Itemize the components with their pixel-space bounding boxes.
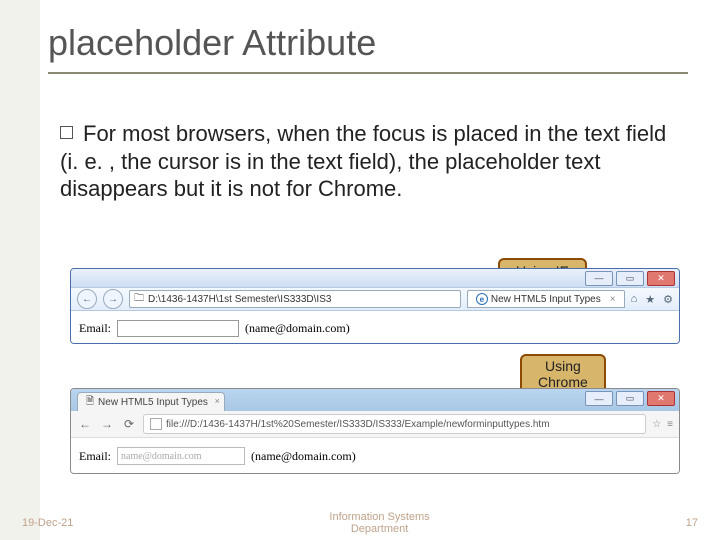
ie-email-input[interactable] xyxy=(117,320,239,337)
chrome-email-input[interactable]: name@domain.com xyxy=(117,447,245,465)
footer-page-number: 17 xyxy=(686,517,698,529)
ie-address-bar: ← → 🗀 D:\1436-1437H\1st Semester\IS333D\… xyxy=(71,288,679,311)
ie-logo-icon: e xyxy=(476,293,488,305)
file-icon xyxy=(150,418,162,430)
close-icon[interactable]: ✕ xyxy=(647,391,675,406)
tab-close-icon[interactable]: × xyxy=(215,396,220,406)
close-icon[interactable]: ✕ xyxy=(647,271,675,286)
left-accent-bar xyxy=(0,0,40,540)
tab-close-icon[interactable]: × xyxy=(610,294,616,305)
bullet-text: For most browsers, when the focus is pla… xyxy=(60,121,666,201)
minimize-icon[interactable]: — xyxy=(585,271,613,286)
ie-window: — ▭ ✕ ← → 🗀 D:\1436-1437H\1st Semester\I… xyxy=(70,268,680,344)
maximize-icon[interactable]: ▭ xyxy=(616,391,644,406)
slide-footer: 19-Dec-21 Information SystemsDepartment … xyxy=(0,506,720,540)
chrome-tab[interactable]: 🗎 New HTML5 Input Types × xyxy=(77,392,225,411)
bullet-icon xyxy=(60,126,73,139)
email-label: Email: xyxy=(79,321,111,336)
ie-tab-title: New HTML5 Input Types xyxy=(491,294,601,305)
bookmark-icon[interactable]: ☆ xyxy=(652,419,661,430)
folder-icon: 🗀 xyxy=(134,291,144,308)
email-hint: (name@domain.com) xyxy=(245,321,350,336)
title-underline xyxy=(48,72,688,74)
back-icon[interactable]: ← xyxy=(77,289,97,309)
ie-tab[interactable]: e New HTML5 Input Types × xyxy=(467,290,625,308)
chrome-tabstrip: 🗎 New HTML5 Input Types × — ▭ ✕ xyxy=(71,389,679,411)
ie-url-field[interactable]: 🗀 D:\1436-1437H\1st Semester\IS333D\IS3 xyxy=(129,290,461,308)
chrome-page-content: Email: name@domain.com (name@domain.com) xyxy=(71,438,679,474)
ie-page-content: Email: (name@domain.com) xyxy=(71,311,679,344)
chrome-tab-title: New HTML5 Input Types xyxy=(98,397,208,408)
body-text: For most browsers, when the focus is pla… xyxy=(60,120,670,203)
ie-url-text: D:\1436-1437H\1st Semester\IS333D\IS3 xyxy=(148,294,331,305)
home-icon[interactable]: ⌂ xyxy=(631,293,638,305)
reload-icon[interactable]: ⟳ xyxy=(121,416,137,432)
forward-icon[interactable]: → xyxy=(103,289,123,309)
forward-icon[interactable]: → xyxy=(99,416,115,432)
footer-date: 19-Dec-21 xyxy=(22,517,73,529)
maximize-icon[interactable]: ▭ xyxy=(616,271,644,286)
chrome-window: 🗎 New HTML5 Input Types × — ▭ ✕ ← → ⟳ fi… xyxy=(70,388,680,474)
tools-icon[interactable]: ⚙ xyxy=(663,293,673,306)
footer-department: Information SystemsDepartment xyxy=(329,511,429,535)
page-icon: 🗎 xyxy=(86,394,94,411)
minimize-icon[interactable]: — xyxy=(585,391,613,406)
chrome-toolbar: ← → ⟳ file:///D:/1436-1437H/1st%20Semest… xyxy=(71,411,679,438)
chrome-url-field[interactable]: file:///D:/1436-1437H/1st%20Semester/IS3… xyxy=(143,414,646,434)
chrome-url-text: file:///D:/1436-1437H/1st%20Semester/IS3… xyxy=(166,419,550,430)
back-icon[interactable]: ← xyxy=(77,416,93,432)
ie-toolbar-right: ⌂ ★ ⚙ xyxy=(631,293,673,306)
slide-title: placeholder Attribute xyxy=(48,22,376,64)
email-label: Email: xyxy=(79,449,111,464)
favorites-icon[interactable]: ★ xyxy=(645,293,655,306)
email-hint: (name@domain.com) xyxy=(251,449,356,464)
ie-titlebar: — ▭ ✕ xyxy=(71,269,679,288)
menu-icon[interactable]: ≡ xyxy=(667,419,673,430)
